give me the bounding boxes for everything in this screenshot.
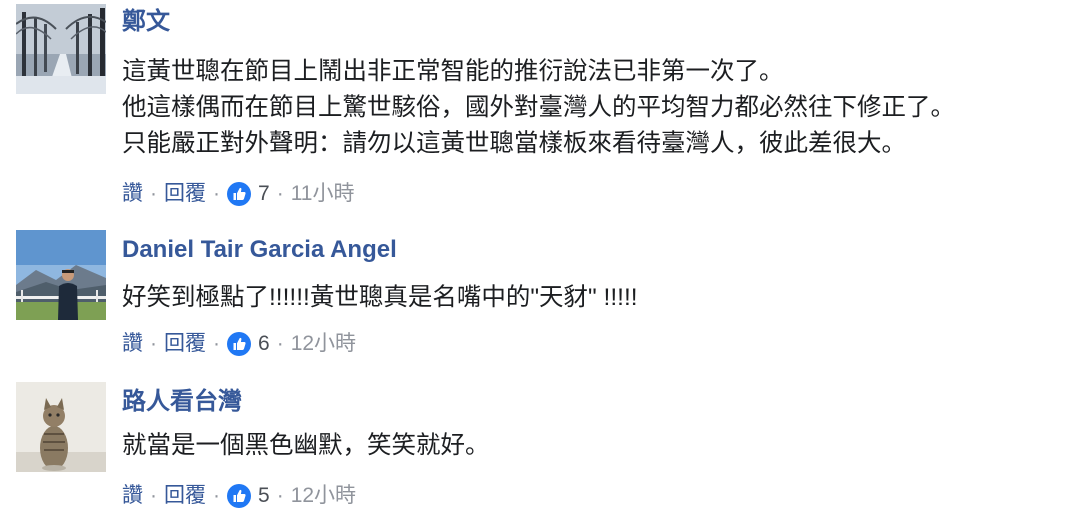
separator: · (150, 182, 157, 205)
like-link[interactable]: 讚 (122, 331, 143, 357)
thumbs-up-icon[interactable] (227, 332, 251, 356)
like-link[interactable]: 讚 (122, 483, 143, 509)
separator: · (276, 484, 284, 507)
comment-actions: 讚 · 回覆 · 7 · 11小時 (122, 181, 355, 207)
comment-author[interactable]: 路人看台灣 (122, 388, 242, 416)
like-count[interactable]: 5 (258, 483, 270, 509)
reply-link[interactable]: 回覆 (164, 181, 206, 207)
reply-link[interactable]: 回覆 (164, 483, 206, 509)
separator: · (276, 332, 284, 355)
comment-text-line: 好笑到極點了!!!!!!黃世聰真是名嘴中的"天豺" !!!!! (122, 284, 638, 311)
avatar-snowy-trees-image (16, 4, 106, 94)
avatar[interactable] (16, 382, 106, 472)
thumbs-up-icon[interactable] (227, 484, 251, 508)
comment-actions: 讚 · 回覆 · 5 · 12小時 (122, 483, 356, 509)
comment-3: 路人看台灣 就當是一個黑色幽默，笑笑就好。 讚 · 回覆 · 5 · 12小時 (0, 382, 1078, 512)
comment-author[interactable]: Daniel Tair Garcia Angel (122, 236, 397, 264)
comment-text-line: 他這樣偶而在節目上驚世駭俗，國外對臺灣人的平均智力都必然往下修正了。 (122, 94, 955, 121)
timestamp[interactable]: 12小時 (291, 483, 356, 509)
timestamp[interactable]: 12小時 (291, 331, 356, 357)
separator: · (276, 182, 284, 205)
avatar-mountain-person-image (16, 230, 106, 320)
like-count[interactable]: 7 (258, 181, 270, 207)
comment-text-line: 只能嚴正對外聲明：請勿以這黃世聰當樣板來看待臺灣人，彼此差很大。 (122, 130, 906, 157)
separator: · (150, 484, 157, 507)
separator: · (213, 332, 220, 355)
separator: · (213, 182, 220, 205)
comment-1: 鄭文 這黃世聰在節目上鬧出非正常智能的推衍說法已非第一次了。 他這樣偶而在節目上… (0, 2, 1078, 212)
avatar-cat-image (16, 382, 106, 472)
comment-actions: 讚 · 回覆 · 6 · 12小時 (122, 331, 356, 357)
separator: · (213, 484, 220, 507)
comment-2: Daniel Tair Garcia Angel 好笑到極點了!!!!!!黃世聰… (0, 230, 1078, 360)
comment-author[interactable]: 鄭文 (122, 8, 170, 36)
timestamp[interactable]: 11小時 (291, 181, 355, 207)
like-link[interactable]: 讚 (122, 181, 143, 207)
avatar[interactable] (16, 230, 106, 320)
like-count[interactable]: 6 (258, 331, 270, 357)
reply-link[interactable]: 回覆 (164, 331, 206, 357)
comment-text-line: 就當是一個黑色幽默，笑笑就好。 (122, 432, 490, 459)
thumbs-up-icon[interactable] (227, 182, 251, 206)
separator: · (150, 332, 157, 355)
avatar[interactable] (16, 4, 106, 94)
comment-text-line: 這黃世聰在節目上鬧出非正常智能的推衍說法已非第一次了。 (122, 58, 784, 85)
